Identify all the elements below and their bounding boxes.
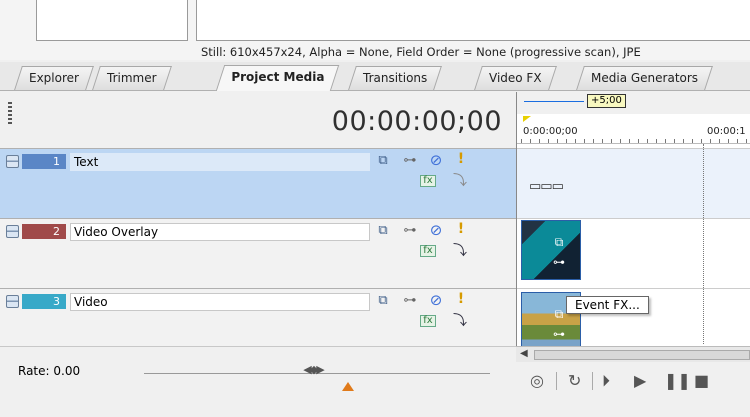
collapse-track-icon[interactable]	[6, 295, 19, 308]
mute-icon[interactable]: ⊘	[428, 293, 444, 308]
track-fx-icon[interactable]: fx	[420, 175, 436, 187]
tab-transitions[interactable]: Transitions	[348, 66, 443, 90]
loop-region-length: +5;00	[587, 94, 626, 108]
mute-icon[interactable]: ⊘	[428, 153, 444, 168]
solo-icon[interactable]: !	[453, 292, 469, 306]
track-name-field[interactable]: Video Overlay	[70, 223, 370, 241]
mute-icon[interactable]: ⊘	[428, 223, 444, 238]
play-from-start-icon[interactable]: ⏵	[602, 372, 610, 390]
tab-trimmer[interactable]: Trimmer	[92, 66, 172, 90]
scroll-left-icon[interactable]: ◀	[520, 348, 528, 359]
media-info-text: Still: 610x457x24, Alpha = None, Field O…	[201, 45, 641, 59]
event-fx-tooltip: Event FX...	[566, 296, 649, 314]
track-number: 3	[22, 294, 66, 309]
grip-handle-icon[interactable]	[8, 102, 12, 124]
separator	[556, 372, 557, 390]
record-icon[interactable]: ◎	[530, 372, 544, 390]
time-ruler[interactable]: 0:00:00;00 00:00:1	[517, 122, 750, 144]
loop-playback-icon[interactable]: ↻	[568, 372, 581, 390]
make-compositing-child-icon[interactable]: ⤵	[452, 244, 468, 258]
track-name-field[interactable]: Text	[70, 153, 370, 171]
timeline-lane-text[interactable]: ▭▭▭	[517, 148, 750, 218]
ruler-ticks	[521, 139, 750, 143]
track-motion-icon[interactable]: ⊶	[402, 294, 418, 308]
play-icon[interactable]: ▶	[634, 372, 646, 390]
video-overlay-event[interactable]: ⧉ ⊶	[521, 220, 581, 280]
loop-region-arrow-icon[interactable]	[524, 101, 584, 102]
track-motion-icon[interactable]: ⊶	[402, 154, 418, 168]
transport-bar: ◎ ↻ ⏵ ▶ ❚❚ ■	[516, 362, 750, 402]
tab-project-media[interactable]: Project Media	[215, 65, 340, 91]
track-list-panel: 00:00:00;00 1 Text ⧉ ⊶ ⊘ ! fx ⤵ 2 Video …	[0, 92, 516, 346]
event-fx-icon[interactable]: ⊶	[550, 255, 568, 269]
media-preview-thumbnail	[36, 0, 188, 41]
stop-icon[interactable]: ■	[694, 372, 709, 390]
collapse-track-icon[interactable]	[6, 155, 19, 168]
marker-bar[interactable]: +5;00	[517, 92, 750, 114]
rate-label: Rate: 0.00	[18, 364, 81, 378]
track-number: 1	[22, 154, 66, 169]
separator	[592, 372, 593, 390]
track-fx-icon[interactable]: fx	[420, 315, 436, 327]
event-pan-crop-icon[interactable]: ⧉	[550, 235, 568, 249]
track-motion-icon[interactable]: ⊶	[402, 224, 418, 238]
edit-cursor-line	[703, 144, 704, 344]
solo-icon[interactable]: !	[453, 152, 469, 166]
project-media-area: Still: 610x457x24, Alpha = None, Field O…	[0, 0, 750, 60]
solo-icon[interactable]: !	[453, 222, 469, 236]
track-header-text[interactable]: 1 Text ⧉ ⊶ ⊘ ! fx ⤵	[0, 148, 516, 218]
rate-center-marker-icon	[342, 382, 354, 391]
track-header-video-overlay[interactable]: 2 Video Overlay ⧉ ⊶ ⊘ ! fx ⤵	[0, 218, 516, 288]
track-number: 2	[22, 224, 66, 239]
track-name-field[interactable]: Video	[70, 293, 370, 311]
tab-explorer[interactable]: Explorer	[14, 66, 94, 90]
window-docking-tabs: Explorer Trimmer Project Media Transitio…	[0, 62, 750, 91]
track-header-video[interactable]: 3 Video ⧉ ⊶ ⊘ ! fx ⤵	[0, 288, 516, 346]
tab-media-generators[interactable]: Media Generators	[576, 66, 713, 90]
text-event-icon[interactable]: ▭▭▭	[529, 179, 564, 194]
compositing-mode-icon[interactable]: ⧉	[375, 294, 391, 308]
ruler-time-label: 0:00:00;00	[523, 126, 578, 137]
ruler-time-label: 00:00:1	[707, 126, 746, 137]
compositing-mode-icon[interactable]: ⧉	[375, 154, 391, 168]
event-fx-icon[interactable]: ⊶	[550, 327, 568, 341]
make-compositing-child-icon[interactable]: ⤵	[452, 174, 468, 188]
tab-video-fx[interactable]: Video FX	[474, 66, 557, 90]
playback-rate-bar: Rate: 0.00 ◀◆▶	[0, 346, 516, 394]
timeline-horizontal-scrollbar[interactable]: ◀	[516, 346, 750, 362]
collapse-track-icon[interactable]	[6, 225, 19, 238]
timecode-display: 00:00:00;00	[331, 106, 502, 137]
media-list-pane[interactable]	[196, 0, 750, 41]
track-fx-icon[interactable]: fx	[420, 245, 436, 257]
pause-icon[interactable]: ❚❚	[664, 372, 691, 390]
compositing-mode-icon[interactable]: ⧉	[375, 224, 391, 238]
rate-slider-thumb-icon[interactable]: ◀◆▶	[292, 363, 334, 377]
make-compositing-child-icon[interactable]: ⤵	[452, 314, 468, 328]
scrollbar-thumb[interactable]	[534, 350, 750, 360]
